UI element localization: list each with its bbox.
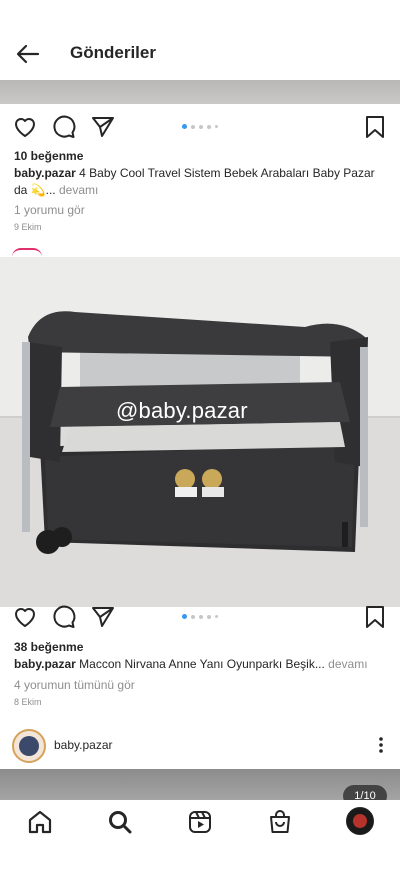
view-comments-link[interactable]: 1 yorumu gör	[14, 203, 85, 217]
post-actions	[0, 108, 400, 144]
share-icon[interactable]	[90, 114, 116, 140]
search-icon[interactable]	[106, 808, 134, 836]
post-header-partial	[12, 248, 42, 257]
system-bar	[0, 844, 400, 888]
home-icon[interactable]	[26, 808, 54, 836]
comment-icon[interactable]	[51, 114, 77, 140]
bottom-nav	[0, 800, 400, 844]
more-link[interactable]: devamı	[328, 657, 367, 671]
post-image-previous[interactable]	[0, 80, 400, 104]
page-title: Gönderiler	[70, 43, 156, 62]
caption-text: Maccon Nirvana Anne Yanı Oyunparkı Beşik…	[75, 657, 329, 671]
shop-icon[interactable]	[266, 808, 294, 836]
back-arrow-icon[interactable]	[14, 40, 42, 68]
post-date: 8 Ekim	[14, 697, 42, 707]
carousel-indicator	[182, 124, 218, 129]
bookmark-icon[interactable]	[362, 604, 388, 630]
avatar[interactable]	[12, 729, 46, 763]
heart-icon[interactable]	[12, 114, 38, 140]
like-count[interactable]: 38 beğenme	[14, 640, 83, 654]
view-comments-link[interactable]: 4 yorumun tümünü gör	[14, 678, 135, 692]
comment-icon[interactable]	[51, 604, 77, 630]
post-date: 9 Ekim	[14, 222, 42, 232]
carousel-indicator	[182, 614, 218, 619]
reels-icon[interactable]	[186, 808, 214, 836]
more-link[interactable]: devamı	[59, 183, 98, 197]
post-header: baby.pazar	[0, 726, 400, 766]
post-image-next[interactable]	[0, 769, 400, 800]
post-image[interactable]	[0, 257, 400, 607]
profile-avatar[interactable]	[346, 807, 374, 835]
bookmark-icon[interactable]	[362, 114, 388, 140]
profile-username[interactable]: baby.pazar	[54, 738, 112, 752]
post-caption: baby.pazar Maccon Nirvana Anne Yanı Oyun…	[14, 656, 390, 673]
top-bar: Gönderiler	[0, 0, 400, 80]
share-icon[interactable]	[90, 604, 116, 630]
heart-icon[interactable]	[12, 604, 38, 630]
like-count[interactable]: 10 beğenme	[14, 149, 83, 163]
caption-username[interactable]: baby.pazar	[14, 166, 76, 180]
post-actions	[0, 598, 400, 634]
more-options-icon[interactable]	[378, 736, 384, 754]
playpen-crib-photo	[0, 257, 400, 607]
image-watermark: @baby.pazar	[116, 398, 248, 423]
caption-username[interactable]: baby.pazar	[14, 657, 76, 671]
post-caption: baby.pazar 4 Baby Cool Travel Sistem Beb…	[14, 165, 390, 199]
